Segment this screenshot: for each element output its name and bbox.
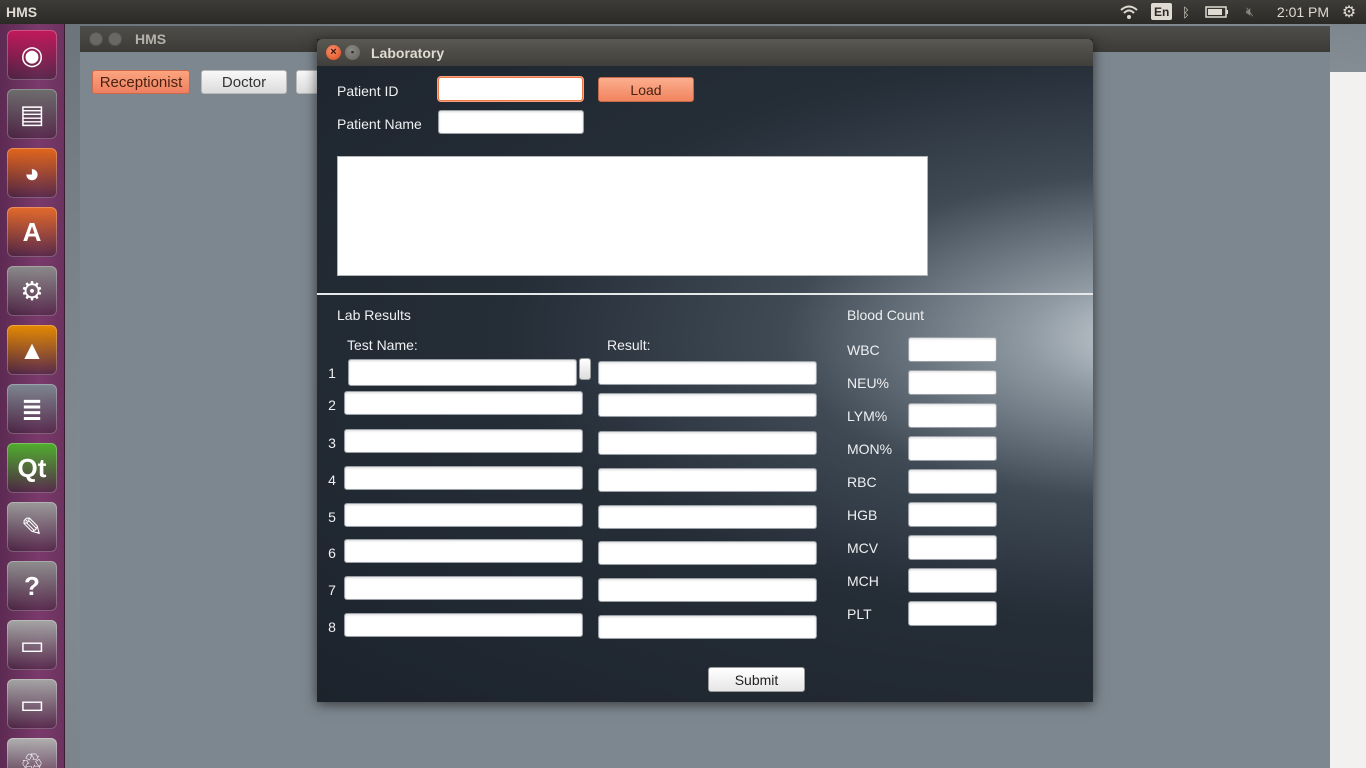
patient-notes-textarea[interactable]	[337, 156, 928, 276]
blood-count-input-rbc[interactable]	[908, 469, 997, 494]
blood-count-label-rbc: RBC	[847, 474, 877, 490]
lab-results-label: Lab Results	[337, 307, 411, 323]
blood-count-label-lym-pct: LYM%	[847, 408, 888, 424]
blood-count-input-plt[interactable]	[908, 601, 997, 626]
patient-id-label: Patient ID	[337, 83, 399, 99]
test-name-input[interactable]	[348, 359, 577, 386]
wrench-gear-icon[interactable]: ⚙	[7, 266, 57, 316]
blood-count-input-neu-pct[interactable]	[908, 370, 997, 395]
volume-muted-icon[interactable]: 🔇︎	[1240, 3, 1260, 21]
row-number: 7	[328, 582, 336, 598]
laboratory-title: Laboratory	[371, 45, 445, 61]
blood-count-input-wbc[interactable]	[908, 337, 997, 362]
test-name-input[interactable]	[344, 429, 583, 453]
test-name-input[interactable]	[344, 503, 583, 527]
launcher: ◉ ▤ ◕ A ⚙ ▲ ≣ Qt ✎? ▭ ▭ ♲	[0, 24, 65, 768]
row-number: 6	[328, 545, 336, 561]
blood-count-input-mcv[interactable]	[908, 535, 997, 560]
test-name-input[interactable]	[344, 539, 583, 563]
blood-count-input-hgb[interactable]	[908, 502, 997, 527]
patient-id-input[interactable]	[438, 77, 583, 101]
row-number: 8	[328, 619, 336, 635]
keyboard-layout-indicator[interactable]: En	[1151, 3, 1173, 20]
file-cabinet-icon[interactable]: ▤	[7, 89, 57, 139]
test-name-input[interactable]	[344, 576, 583, 600]
blood-count-label-neu-pct: NEU%	[847, 375, 890, 391]
result-input[interactable]	[598, 468, 817, 492]
hms-side-panel	[1330, 72, 1366, 768]
blood-count-label-mch: MCH	[847, 573, 879, 589]
row-number: 3	[328, 435, 336, 451]
row-number: 5	[328, 509, 336, 525]
wifi-icon[interactable]	[1118, 3, 1140, 21]
tab-receptionist[interactable]: Receptionist	[92, 70, 190, 94]
blood-count-label: Blood Count	[847, 307, 925, 323]
result-input[interactable]	[598, 431, 817, 455]
result-input[interactable]	[598, 393, 817, 417]
test-name-input[interactable]	[344, 466, 583, 490]
section-divider	[317, 293, 1093, 295]
clock[interactable]: 2:01 PM	[1276, 3, 1330, 21]
top-panel: HMS En ᛒ 🔇︎ 2:01 PM ⚙	[0, 0, 1366, 24]
test-name-input[interactable]	[344, 391, 583, 415]
result-input[interactable]	[598, 578, 817, 602]
result-header: Result:	[607, 337, 651, 353]
spin-handle[interactable]	[579, 358, 591, 380]
blood-count-label-mcv: MCV	[847, 540, 879, 556]
blood-count-input-lym-pct[interactable]	[908, 403, 997, 428]
minimize-icon[interactable]	[108, 32, 122, 46]
battery-icon[interactable]	[1204, 3, 1230, 21]
hard-drive-icon[interactable]: ▭	[7, 679, 57, 729]
database-icon[interactable]: ≣	[7, 384, 57, 434]
test-name-header: Test Name:	[347, 337, 418, 353]
result-input[interactable]	[598, 541, 817, 565]
load-button[interactable]: Load	[598, 77, 694, 102]
result-input[interactable]	[598, 505, 817, 529]
minimize-icon[interactable]: ▪	[345, 45, 360, 60]
ubuntu-logo-icon[interactable]: ◉	[7, 30, 57, 80]
question-mark-icon[interactable]: ?	[7, 561, 57, 611]
row-number: 2	[328, 397, 336, 413]
qt-logo-icon[interactable]: Qt	[7, 443, 57, 493]
close-icon[interactable]: ×	[326, 45, 341, 60]
bluetooth-icon[interactable]: ᛒ	[1180, 3, 1192, 21]
active-app-title: HMS	[6, 4, 38, 20]
laboratory-titlebar: × ▪ Laboratory	[317, 39, 1093, 66]
row-number: 4	[328, 472, 336, 488]
firefox-icon[interactable]: ◕	[7, 148, 57, 198]
blood-count-input-mch[interactable]	[908, 568, 997, 593]
blood-count-label-hgb: HGB	[847, 507, 878, 523]
patient-name-label: Patient Name	[337, 116, 422, 132]
traffic-cone-icon[interactable]: ▲	[7, 325, 57, 375]
hms-window-title: HMS	[135, 31, 167, 47]
blood-count-label-mon-pct: MON%	[847, 441, 893, 457]
test-name-input[interactable]	[344, 613, 583, 637]
blood-count-label-plt: PLT	[847, 606, 872, 622]
hard-drive-icon[interactable]: ▭	[7, 620, 57, 670]
shopping-bag-icon[interactable]: A	[7, 207, 57, 257]
text-editor-icon[interactable]: ✎	[7, 502, 57, 552]
result-input[interactable]	[598, 361, 817, 385]
close-icon[interactable]	[89, 32, 103, 46]
blood-count-label-wbc: WBC	[847, 342, 880, 358]
blood-count-input-mon-pct[interactable]	[908, 436, 997, 461]
row-number: 1	[328, 365, 336, 381]
trash-icon[interactable]: ♲	[7, 738, 57, 768]
laboratory-dialog: × ▪ Laboratory Patient ID Load Patient N…	[317, 39, 1093, 702]
tab-doctor[interactable]: Doctor	[201, 70, 287, 94]
settings-gear-icon[interactable]: ⚙	[1340, 3, 1358, 21]
patient-name-input[interactable]	[438, 110, 584, 134]
submit-button[interactable]: Submit	[708, 667, 805, 692]
result-input[interactable]	[598, 615, 817, 639]
